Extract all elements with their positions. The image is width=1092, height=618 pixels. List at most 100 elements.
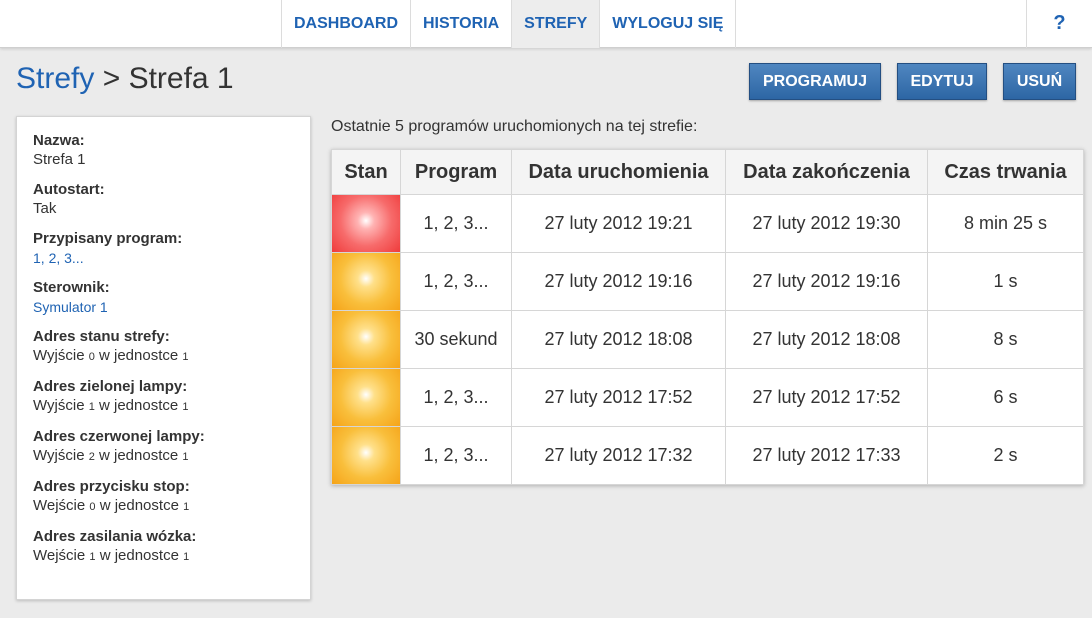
start-date-cell: 27 luty 2012 17:32: [511, 426, 726, 485]
value-number: 1: [183, 501, 190, 513]
value-text: Wyjście: [33, 447, 89, 464]
history-table: Stan Program Data uruchomienia Data zako…: [331, 149, 1084, 485]
status-lamp-icon: [332, 427, 400, 484]
col-header-end: Data zakończenia: [725, 149, 928, 195]
program-cell: 1, 2, 3...: [400, 368, 512, 427]
delete-button[interactable]: USUŃ: [1003, 63, 1076, 100]
field-label: Adres stanu strefy:: [33, 328, 170, 345]
table-row[interactable]: 1, 2, 3... 27 luty 2012 19:21 27 luty 2012…: [331, 194, 1084, 253]
field-label: Przypisany program:: [33, 230, 183, 247]
main-nav: DASHBOARD HISTORIA STREFY WYLOGUJ SIĘ: [281, 0, 737, 48]
end-date-cell: 27 luty 2012 18:08: [725, 310, 928, 369]
value-number: 1: [182, 401, 189, 413]
duration-cell: 1 s: [927, 252, 1084, 311]
field-program: Przypisany program: 1, 2, 3...: [33, 229, 294, 268]
status-lamp-icon: [332, 311, 400, 368]
field-label: Nazwa:: [33, 132, 85, 149]
field-nazwa: Nazwa: Strefa 1: [33, 131, 294, 170]
col-header-duration: Czas trwania: [927, 149, 1084, 195]
field-value: Wyjście 2 w jednostce 1: [33, 446, 294, 467]
program-cell: 30 sekund: [400, 310, 512, 369]
field-sterownik: Sterownik: Symulator 1: [33, 278, 294, 317]
edit-button[interactable]: EDYTUJ: [897, 63, 987, 100]
duration-cell: 8 min 25 s: [927, 194, 1084, 253]
col-header-program: Program: [400, 149, 512, 195]
field-value: Wyjście 0 w jednostce 1: [33, 346, 294, 367]
status-lamp-icon: [332, 369, 400, 426]
field-label: Adres przycisku stop:: [33, 478, 190, 495]
start-date-cell: 27 luty 2012 17:52: [511, 368, 726, 427]
start-date-cell: 27 luty 2012 18:08: [511, 310, 726, 369]
value-text: Wyjście: [33, 347, 89, 364]
field-value: Wejście 1 w jednostce 1: [33, 546, 294, 567]
table-row[interactable]: 30 sekund 27 luty 2012 18:08 27 luty 2012 …: [331, 310, 1084, 369]
field-value: Strefa 1: [33, 151, 86, 168]
help-button[interactable]: ?: [1026, 0, 1092, 48]
breadcrumb-separator: >: [94, 62, 129, 95]
assigned-program-link[interactable]: 1, 2, 3...: [33, 248, 294, 268]
duration-cell: 6 s: [927, 368, 1084, 427]
status-cell: [331, 310, 401, 369]
field-label: Adres czerwonej lampy:: [33, 428, 205, 445]
nav-dashboard[interactable]: DASHBOARD: [282, 0, 411, 48]
end-date-cell: 27 luty 2012 19:16: [725, 252, 928, 311]
value-number: 1: [183, 551, 190, 563]
value-number: 1: [182, 351, 189, 363]
history-caption: Ostatnie 5 programów uruchomionych na te…: [331, 118, 698, 135]
status-lamp-icon: [332, 253, 400, 310]
status-cell: [331, 252, 401, 311]
field-value: Wejście 0 w jednostce 1: [33, 496, 294, 517]
field-adres-zielonej: Adres zielonej lampy: Wyjście 1 w jednos…: [33, 377, 294, 417]
field-adres-stop: Adres przycisku stop: Wejście 0 w jednos…: [33, 477, 294, 517]
value-text: Wejście: [33, 497, 90, 514]
breadcrumb-link-strefy[interactable]: Strefy: [16, 62, 94, 95]
value-text: w jednostce: [95, 547, 184, 564]
duration-cell: 8 s: [927, 310, 1084, 369]
end-date-cell: 27 luty 2012 19:30: [725, 194, 928, 253]
col-header-start: Data uruchomienia: [511, 149, 726, 195]
value-number: 1: [182, 451, 189, 463]
field-adres-czerwonej: Adres czerwonej lampy: Wyjście 2 w jedno…: [33, 427, 294, 467]
nav-historia[interactable]: HISTORIA: [411, 0, 513, 48]
history-table-container: Stan Program Data uruchomienia Data zako…: [331, 149, 1084, 485]
duration-cell: 2 s: [927, 426, 1084, 485]
status-cell: [331, 368, 401, 427]
start-date-cell: 27 luty 2012 19:16: [511, 252, 726, 311]
program-cell: 1, 2, 3...: [400, 426, 512, 485]
value-text: w jednostce: [94, 447, 183, 464]
value-text: w jednostce: [94, 347, 183, 364]
value-text: Wyjście: [33, 397, 89, 414]
page-title: Strefa 1: [128, 62, 234, 95]
status-cell: [331, 426, 401, 485]
field-value: Wyjście 1 w jednostce 1: [33, 396, 294, 417]
program-cell: 1, 2, 3...: [400, 252, 512, 311]
value-text: w jednostce: [94, 397, 183, 414]
end-date-cell: 27 luty 2012 17:52: [725, 368, 928, 427]
table-row[interactable]: 1, 2, 3... 27 luty 2012 19:16 27 luty 2012…: [331, 252, 1084, 311]
status-lamp-icon: [332, 195, 400, 252]
nav-strefy[interactable]: STREFY: [512, 0, 601, 48]
table-row[interactable]: 1, 2, 3... 27 luty 2012 17:52 27 luty 2012…: [331, 368, 1084, 427]
status-cell: [331, 194, 401, 253]
value-text: Wejście: [33, 547, 90, 564]
zone-details-card: Nazwa: Strefa 1 Autostart: Tak Przypisan…: [16, 116, 311, 600]
field-label: Adres zielonej lampy:: [33, 378, 188, 395]
breadcrumb: Strefy > Strefa 1: [16, 62, 234, 96]
field-autostart: Autostart: Tak: [33, 180, 294, 219]
field-adres-zasilania: Adres zasilania wózka: Wejście 1 w jedno…: [33, 527, 294, 567]
controller-link[interactable]: Symulator 1: [33, 297, 294, 317]
field-label: Adres zasilania wózka:: [33, 528, 197, 545]
program-button[interactable]: PROGRAMUJ: [749, 63, 881, 100]
table-header-row: Stan Program Data uruchomienia Data zako…: [331, 149, 1084, 195]
start-date-cell: 27 luty 2012 19:21: [511, 194, 726, 253]
field-label: Autostart:: [33, 181, 105, 198]
top-nav-bar: DASHBOARD HISTORIA STREFY WYLOGUJ SIĘ ?: [0, 0, 1092, 48]
field-value: Tak: [33, 200, 57, 217]
program-cell: 1, 2, 3...: [400, 194, 512, 253]
col-header-stan: Stan: [331, 149, 401, 195]
nav-wyloguj[interactable]: WYLOGUJ SIĘ: [600, 0, 737, 48]
table-row[interactable]: 1, 2, 3... 27 luty 2012 17:32 27 luty 2012…: [331, 426, 1084, 485]
value-text: w jednostce: [95, 497, 184, 514]
field-label: Sterownik:: [33, 279, 110, 296]
field-adres-stanu: Adres stanu strefy: Wyjście 0 w jednostc…: [33, 327, 294, 367]
